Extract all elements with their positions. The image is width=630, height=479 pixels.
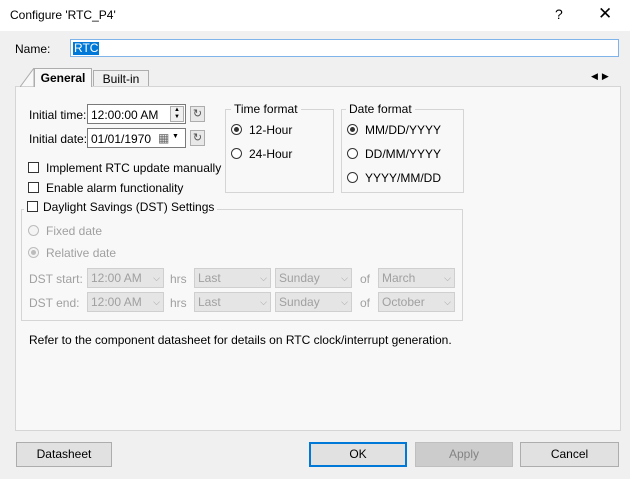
spin-up-icon[interactable]: ▲ [174,107,180,113]
dst-start-day-value: Sunday [279,271,320,285]
dst-title: Daylight Savings (DST) Settings [24,200,218,215]
dst-end-month-select[interactable]: October ⌵ [378,292,455,312]
dst-start-month-value: March [382,271,416,285]
radio-relative-date[interactable] [28,247,39,258]
implement-rtc-manually-checkbox[interactable] [28,162,39,173]
implement-rtc-manually-label[interactable]: Implement RTC update manually [46,161,221,175]
dst-end-time-value: 12:00 AM [91,295,142,309]
dst-label[interactable]: Daylight Savings (DST) Settings [43,200,214,214]
chevron-down-icon: ⌵ [341,297,348,307]
dst-end-label: DST end: [29,296,80,310]
radio-24-hour[interactable] [231,148,242,159]
datasheet-note: Refer to the component datasheet for det… [29,333,452,347]
dst-start-time-value: 12:00 AM [91,271,142,285]
dst-start-day-select[interactable]: Sunday ⌵ [275,268,352,288]
ok-button[interactable]: OK [309,442,407,467]
tab-scroll-arrows[interactable]: ◀▶ [591,71,613,82]
radio-dd-mm-yyyy-label[interactable]: DD/MM/YYYY [365,147,441,161]
radio-dd-mm-yyyy[interactable] [347,148,358,159]
calendar-icon[interactable]: ▦ [158,131,169,145]
dst-start-of-label: of [360,272,371,286]
radio-yyyy-mm-dd-label[interactable]: YYYY/MM/DD [365,171,441,185]
time-spinner[interactable]: ▲ ▼ [170,106,184,122]
name-value: RTC [73,41,100,55]
radio-24-hour-label[interactable]: 24-Hour [249,147,292,161]
spin-down-icon[interactable]: ▼ [174,114,180,120]
chevron-down-icon: ⌵ [260,297,267,307]
initial-date-input[interactable]: 01/01/1970 ▦ ▼ [87,128,186,148]
radio-mm-dd-yyyy-label[interactable]: MM/DD/YYYY [365,123,441,137]
datasheet-button[interactable]: Datasheet [16,442,112,467]
chevron-down-icon: ⌵ [153,273,160,283]
scroll-left-icon[interactable]: ◀ [591,71,602,81]
chevron-down-icon: ⌵ [341,273,348,283]
help-button[interactable]: ? [555,6,563,22]
chevron-down-icon: ⌵ [153,297,160,307]
initial-time-label: Initial time: [29,108,87,122]
refresh-date-icon[interactable]: ↻ [190,130,205,146]
dst-start-time-select[interactable]: 12:00 AM ⌵ [87,268,164,288]
name-label: Name: [15,42,51,56]
dst-end-week-select[interactable]: Last ⌵ [194,292,271,312]
scroll-right-icon[interactable]: ▶ [602,71,613,81]
radio-mm-dd-yyyy[interactable] [347,124,358,135]
radio-fixed-date[interactable] [28,225,39,236]
enable-alarm-label[interactable]: Enable alarm functionality [46,181,183,195]
dst-end-day-value: Sunday [279,295,320,309]
refresh-time-icon[interactable]: ↻ [190,106,205,122]
radio-12-hour[interactable] [231,124,242,135]
tab-edge [20,68,34,87]
apply-button[interactable]: Apply [415,442,513,467]
dst-start-week-value: Last [198,271,221,285]
tab-built-in[interactable]: Built-in [93,70,149,87]
time-format-title: Time format [231,102,301,116]
name-input[interactable]: RTC [70,39,619,57]
tab-general[interactable]: General [34,68,92,87]
initial-date-label: Initial date: [29,132,88,146]
close-icon[interactable]: ✕ [598,4,612,24]
dst-end-hrs-label: hrs [170,296,187,310]
initial-time-input[interactable]: 12:00:00 AM ▲ ▼ [87,104,186,124]
date-dropdown-icon[interactable]: ▼ [172,133,179,140]
dst-start-month-select[interactable]: March ⌵ [378,268,455,288]
radio-fixed-date-label[interactable]: Fixed date [46,224,102,238]
date-format-title: Date format [346,102,415,116]
dst-end-day-select[interactable]: Sunday ⌵ [275,292,352,312]
dst-end-week-value: Last [198,295,221,309]
radio-12-hour-label[interactable]: 12-Hour [249,123,292,137]
dst-start-label: DST start: [29,272,83,286]
window-title: Configure 'RTC_P4' [10,8,116,22]
chevron-down-icon: ⌵ [444,297,451,307]
dst-checkbox[interactable] [27,201,38,212]
dst-start-hrs-label: hrs [170,272,187,286]
dst-start-week-select[interactable]: Last ⌵ [194,268,271,288]
enable-alarm-checkbox[interactable] [28,182,39,193]
chevron-down-icon: ⌵ [260,273,267,283]
initial-date-value: 01/01/1970 [91,132,152,146]
dst-end-month-value: October [382,295,425,309]
radio-relative-date-label[interactable]: Relative date [46,246,116,260]
chevron-down-icon: ⌵ [444,273,451,283]
radio-yyyy-mm-dd[interactable] [347,172,358,183]
cancel-button[interactable]: Cancel [520,442,619,467]
dst-end-time-select[interactable]: 12:00 AM ⌵ [87,292,164,312]
dst-end-of-label: of [360,296,371,310]
initial-time-value: 12:00:00 AM [91,108,159,122]
